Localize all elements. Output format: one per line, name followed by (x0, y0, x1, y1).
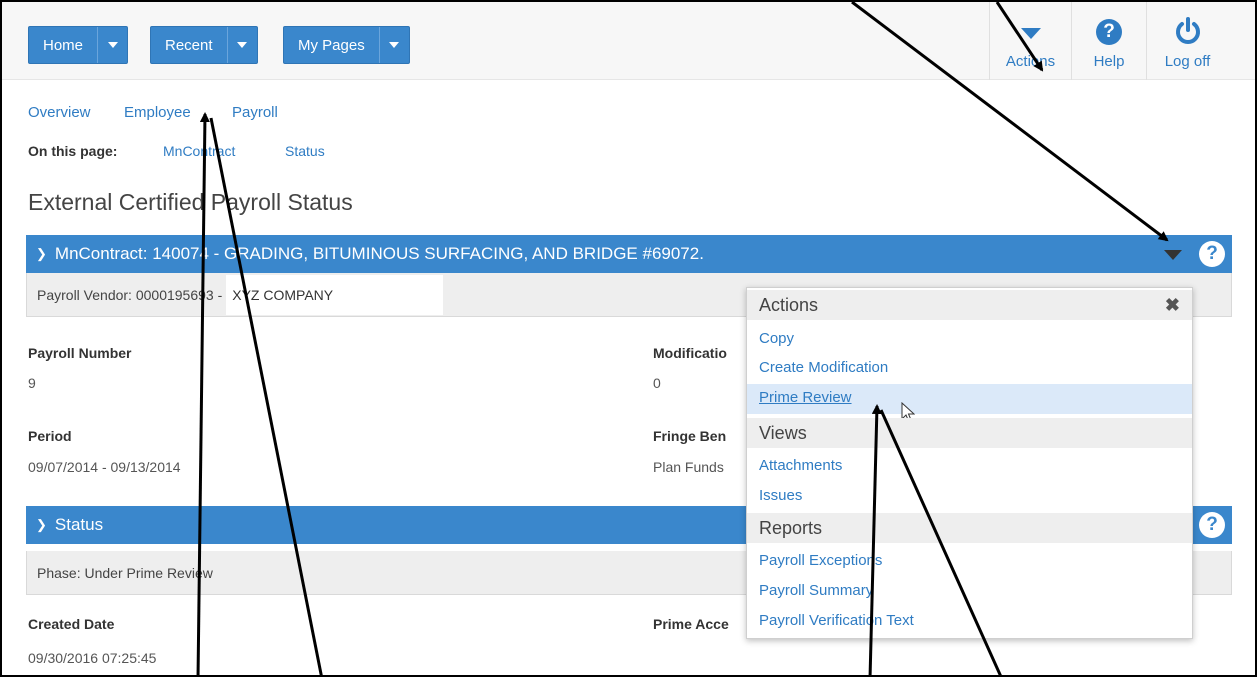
period-value: 09/07/2014 - 09/13/2014 (28, 459, 181, 475)
on-this-page-label: On this page: (28, 143, 118, 159)
period-label: Period (28, 428, 72, 444)
caret-down-icon (237, 42, 248, 48)
menu-group-reports-title: Reports (759, 517, 823, 538)
log-off-label: Log off (1164, 53, 1211, 70)
chevron-down-icon: ❯ (36, 246, 47, 261)
top-toolbar: Home Recent My Pages Actions ? Help Log … (2, 2, 1255, 80)
payroll-vendor-name: XYZ COMPANY (226, 274, 444, 315)
fringe-value: Plan Funds (653, 459, 724, 475)
modification-label: Modificatio (653, 345, 727, 361)
close-icon[interactable]: ✖ (1165, 295, 1180, 316)
menu-item-create-modification[interactable]: Create Modification (759, 359, 888, 376)
tab-employee[interactable]: Employee (124, 104, 191, 121)
payroll-vendor-label: Payroll Vendor: 0000195693 - (37, 286, 223, 303)
chevron-down-icon: ❯ (36, 517, 47, 532)
home-button[interactable]: Home (28, 26, 129, 64)
menu-item-issues[interactable]: Issues (759, 487, 802, 504)
status-help-icon[interactable]: ? (1199, 512, 1225, 538)
menu-group-actions: Actions ✖ (747, 290, 1192, 320)
menu-item-payroll-verification-text[interactable]: Payroll Verification Text (759, 612, 914, 629)
mncontract-help-icon[interactable]: ? (1199, 241, 1225, 267)
actions-triangle-icon (1020, 28, 1041, 39)
section-actions-caret-icon[interactable] (1164, 250, 1182, 260)
log-off-toolbar-button[interactable]: Log off (1146, 2, 1228, 80)
home-dropdown-toggle[interactable] (97, 27, 127, 63)
menu-item-attachments[interactable]: Attachments (759, 457, 842, 474)
menu-item-payroll-exceptions[interactable]: Payroll Exceptions (759, 552, 882, 569)
recent-label[interactable]: Recent (151, 27, 227, 63)
menu-item-payroll-summary[interactable]: Payroll Summary (759, 582, 873, 599)
actions-toolbar-button[interactable]: Actions (989, 2, 1071, 80)
created-date-label: Created Date (28, 616, 115, 632)
menu-item-prime-review[interactable]: Prime Review (759, 389, 852, 406)
recent-button[interactable]: Recent (150, 26, 258, 64)
phase-text: Phase: Under Prime Review (37, 564, 213, 581)
help-label: Help (1093, 53, 1125, 70)
fringe-label: Fringe Ben (653, 428, 727, 444)
payroll-number-label: Payroll Number (28, 345, 132, 361)
caret-down-icon (389, 42, 400, 48)
help-toolbar-button[interactable]: ? Help (1071, 2, 1146, 80)
menu-group-views-title: Views (759, 422, 807, 443)
prime-accepted-label: Prime Acce (653, 616, 729, 632)
caret-down-icon (107, 42, 118, 48)
payroll-number-value: 9 (28, 375, 36, 391)
my-pages-button[interactable]: My Pages (283, 26, 410, 64)
menu-group-reports: Reports (747, 513, 1192, 543)
power-icon (1175, 17, 1200, 44)
jump-link-mncontract[interactable]: MnContract (163, 143, 235, 159)
status-header-text: Status (54, 515, 104, 534)
my-pages-dropdown-toggle[interactable] (378, 27, 409, 63)
mncontract-section-header[interactable]: ❯ MnContract: 140074 - GRADING, BITUMINO… (26, 235, 1232, 273)
page-title: External Certified Payroll Status (28, 189, 353, 215)
recent-dropdown-toggle[interactable] (226, 27, 257, 63)
menu-group-views: Views (747, 418, 1192, 448)
jump-link-status[interactable]: Status (285, 143, 325, 159)
modification-value: 0 (653, 375, 661, 391)
created-date-value: 09/30/2016 07:25:45 (28, 650, 157, 666)
help-icon: ? (1096, 19, 1122, 45)
screenshot-frame: Home Recent My Pages Actions ? Help Log … (0, 0, 1257, 677)
tab-payroll[interactable]: Payroll (232, 104, 278, 121)
actions-dropdown-menu: Actions ✖ Copy Create Modification Prime… (746, 287, 1193, 639)
home-label[interactable]: Home (29, 27, 97, 63)
actions-label: Actions (1005, 53, 1056, 70)
menu-item-copy[interactable]: Copy (759, 330, 794, 347)
tab-overview[interactable]: Overview (28, 104, 91, 121)
my-pages-label[interactable]: My Pages (284, 27, 379, 63)
mncontract-header-text: MnContract: 140074 - GRADING, BITUMINOUS… (54, 244, 704, 263)
menu-group-actions-title: Actions (759, 294, 819, 315)
